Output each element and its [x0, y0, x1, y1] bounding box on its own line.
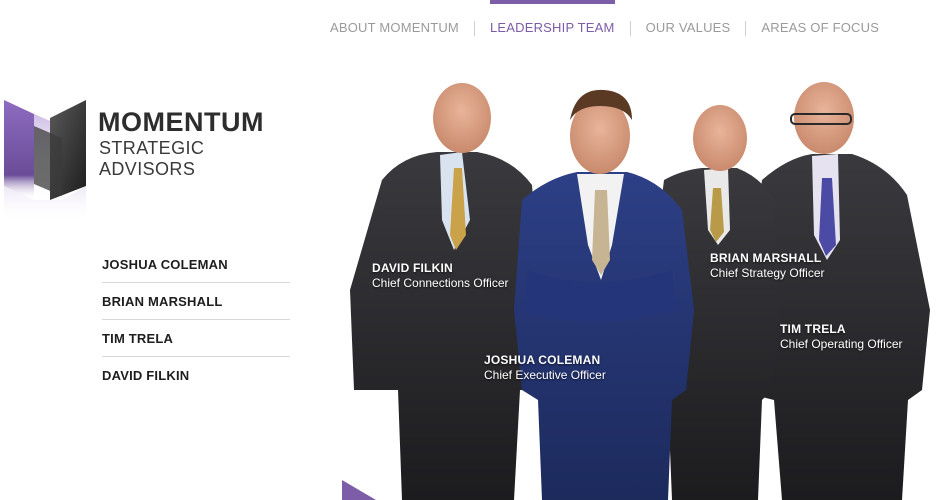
logo[interactable]: MOMENTUM STRATEGIC ADVISORS — [4, 100, 304, 225]
caption-brian-marshall[interactable]: BRIAN MARSHALL Chief Strategy Officer — [710, 251, 825, 280]
menu-item-david-filkin[interactable]: DAVID FILKIN — [102, 357, 290, 393]
nav-leadership-team[interactable]: LEADERSHIP TEAM — [489, 0, 615, 35]
nav-our-values[interactable]: OUR VALUES — [646, 0, 731, 35]
menu-item-joshua-coleman[interactable]: JOSHUA COLEMAN — [102, 246, 290, 283]
caption-name: DAVID FILKIN — [372, 261, 453, 275]
caption-title: Chief Connections Officer — [372, 276, 509, 290]
caption-joshua-coleman[interactable]: JOSHUA COLEMAN Chief Executive Officer — [484, 353, 606, 382]
top-nav: ABOUT MOMENTUM LEADERSHIP TEAM OUR VALUE… — [330, 0, 879, 56]
caption-tim-trela[interactable]: TIM TRELA Chief Operating Officer — [780, 322, 903, 351]
nav-divider — [473, 21, 475, 36]
caption-name: JOSHUA COLEMAN — [484, 353, 601, 367]
nav-divider — [629, 21, 631, 36]
menu-item-brian-marshall[interactable]: BRIAN MARSHALL — [102, 283, 290, 320]
nav-about-momentum[interactable]: ABOUT MOMENTUM — [330, 0, 459, 35]
caption-name: TIM TRELA — [780, 322, 846, 336]
team-photo: DAVID FILKIN Chief Connections Officer B… — [342, 60, 941, 500]
caption-title: Chief Operating Officer — [780, 337, 903, 351]
caption-title: Chief Executive Officer — [484, 368, 606, 382]
caption-title: Chief Strategy Officer — [710, 266, 825, 280]
caption-name: BRIAN MARSHALL — [710, 251, 822, 265]
caption-david-filkin[interactable]: DAVID FILKIN Chief Connections Officer — [372, 261, 509, 290]
logo-mark-icon — [4, 100, 86, 225]
brand-name: MOMENTUM — [98, 107, 264, 137]
nav-divider — [745, 21, 747, 36]
nav-areas-of-focus[interactable]: AREAS OF FOCUS — [761, 0, 879, 35]
brand-tagline: STRATEGIC ADVISORS — [99, 138, 205, 179]
leadership-menu: JOSHUA COLEMAN BRIAN MARSHALL TIM TRELA … — [102, 246, 290, 393]
menu-item-tim-trela[interactable]: TIM TRELA — [102, 320, 290, 357]
